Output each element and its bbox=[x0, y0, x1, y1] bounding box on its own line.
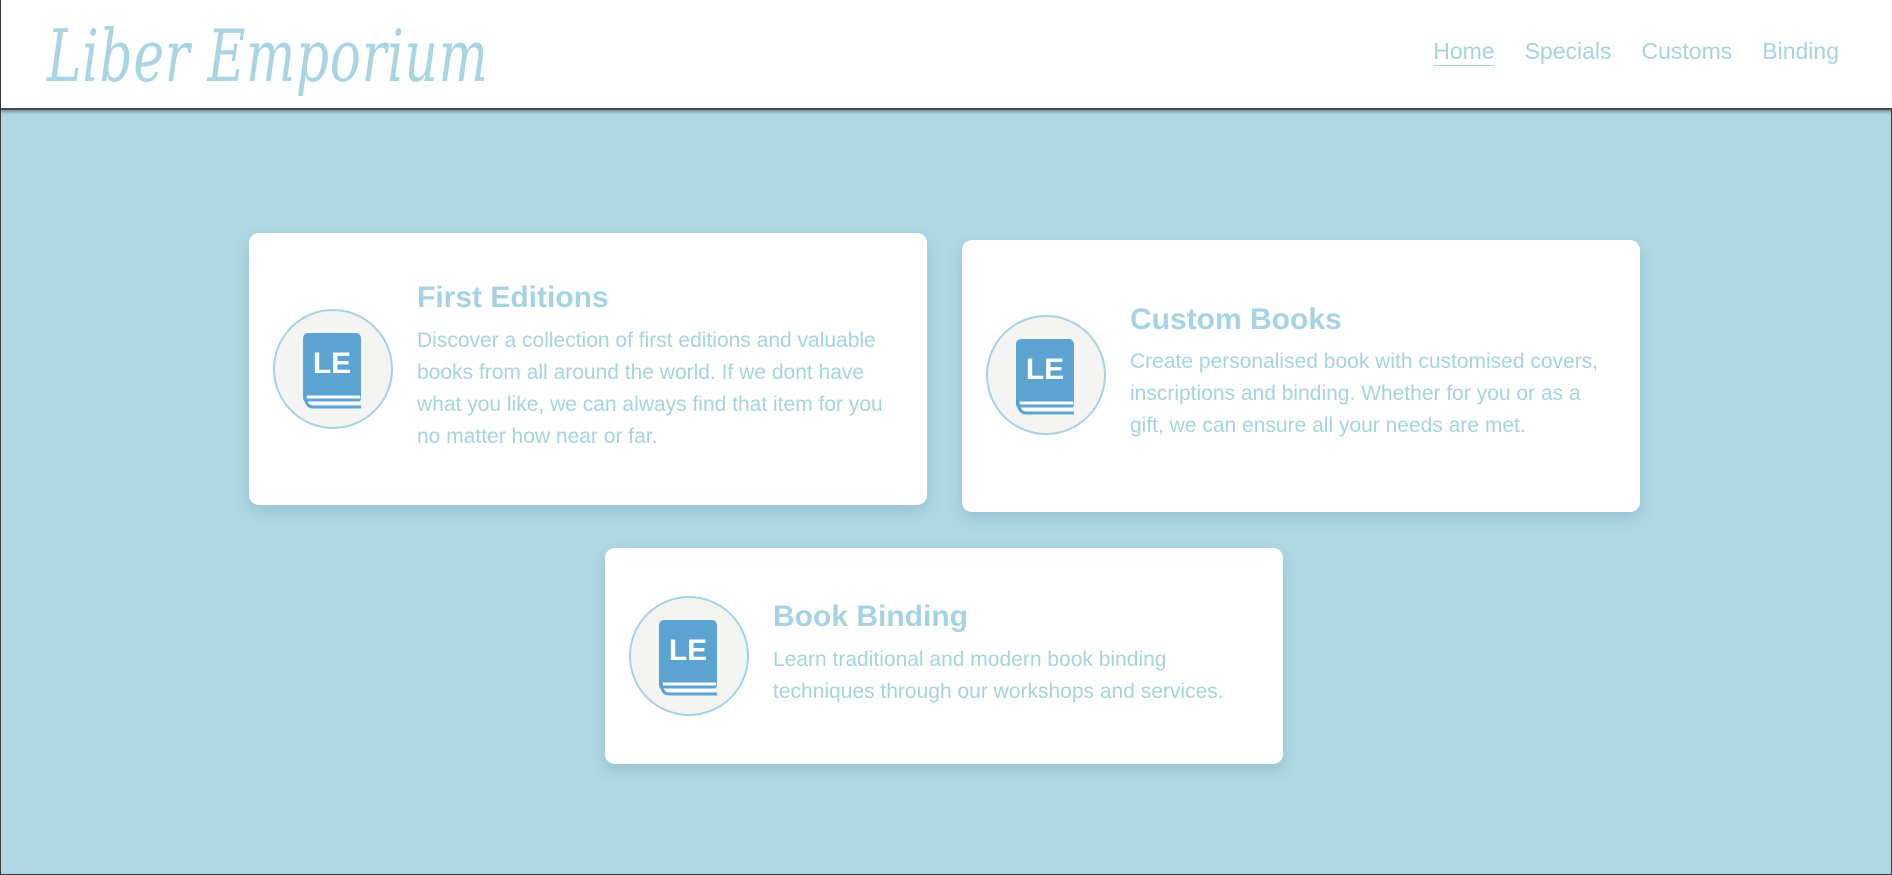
site-logo[interactable]: Liber Emporium bbox=[47, 14, 489, 98]
nav-link-home[interactable]: Home bbox=[1433, 38, 1494, 65]
card-description: Learn traditional and modern book bindin… bbox=[773, 648, 1224, 703]
card-icon-badge: LE bbox=[986, 315, 1106, 435]
site-header: Liber Emporium Home Specials Customs Bin… bbox=[1, 0, 1892, 110]
book-logo-icon: LE bbox=[1016, 339, 1074, 415]
card-book-binding[interactable]: LE Book Binding Learn traditional and mo… bbox=[605, 548, 1283, 764]
book-logo-text: LE bbox=[1026, 353, 1064, 386]
card-title: Custom Books bbox=[1130, 303, 1342, 336]
nav-link-binding[interactable]: Binding bbox=[1762, 38, 1839, 65]
card-icon-badge: LE bbox=[273, 309, 393, 429]
book-logo-text: LE bbox=[669, 634, 707, 667]
nav-link-customs[interactable]: Customs bbox=[1642, 38, 1733, 65]
card-custom-books[interactable]: LE Custom Books Create personalised book… bbox=[962, 240, 1640, 512]
card-first-editions[interactable]: LE First Editions Discover a collection … bbox=[249, 233, 927, 505]
main-nav: Home Specials Customs Binding bbox=[1433, 38, 1839, 65]
card-description: Create personalised book with customised… bbox=[1130, 350, 1599, 437]
book-logo-text: LE bbox=[313, 347, 351, 380]
page: Liber Emporium Home Specials Customs Bin… bbox=[0, 0, 1892, 875]
card-icon-badge: LE bbox=[629, 596, 749, 716]
nav-link-specials[interactable]: Specials bbox=[1525, 38, 1612, 65]
card-title: Book Binding bbox=[773, 600, 968, 633]
book-logo-icon: LE bbox=[659, 620, 717, 696]
book-logo-icon: LE bbox=[303, 333, 361, 409]
card-description: Discover a collection of first editions … bbox=[417, 329, 883, 448]
card-title: First Editions bbox=[417, 281, 609, 314]
